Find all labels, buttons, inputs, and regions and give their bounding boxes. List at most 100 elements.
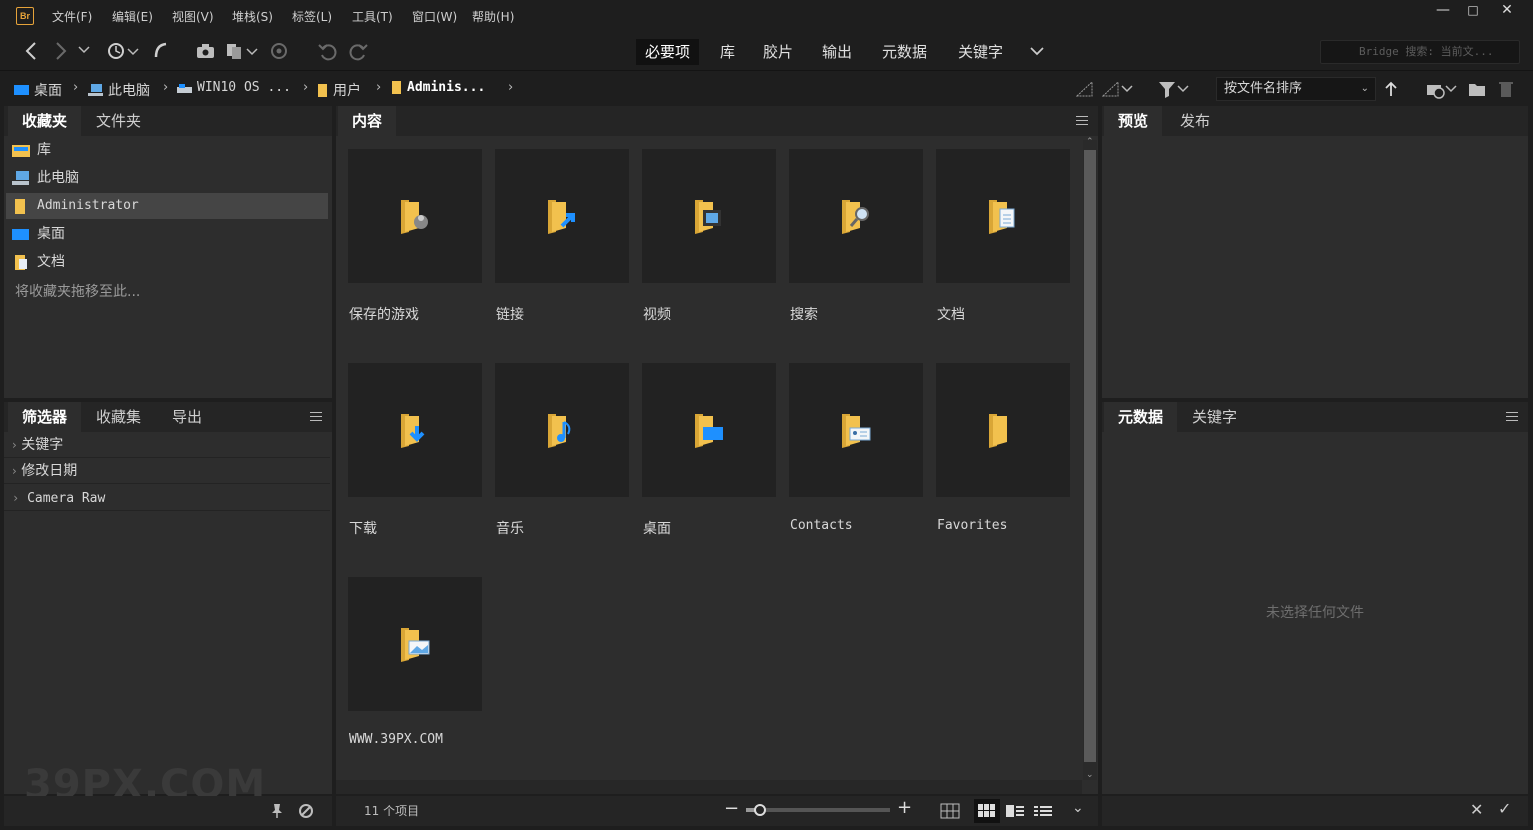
filter-item-keywords[interactable]: › 关键字: [4, 432, 330, 458]
content-item-thumbnail[interactable]: [495, 149, 629, 283]
breadcrumb-desktop[interactable]: 桌面: [14, 80, 62, 100]
content-item-thumbnail[interactable]: [936, 363, 1070, 497]
boomerang-icon[interactable]: [152, 41, 170, 61]
content-item-thumbnail[interactable]: [789, 149, 923, 283]
view-options-chevron-icon[interactable]: ⌄: [1072, 800, 1084, 816]
tab-metadata[interactable]: 元数据: [1104, 402, 1178, 432]
menu-edit[interactable]: 编辑(E): [112, 8, 153, 25]
workspace-metadata[interactable]: 元数据: [873, 39, 936, 65]
content-item-thumbnail[interactable]: [642, 363, 776, 497]
content-item-label[interactable]: 链接: [496, 304, 524, 324]
grid-lock-icon[interactable]: [940, 803, 960, 819]
panel-menu-icon[interactable]: [1076, 116, 1088, 128]
zoom-in-icon[interactable]: +: [897, 797, 912, 818]
cancel-icon[interactable]: ✕: [1470, 800, 1483, 819]
chevron-down-icon[interactable]: [78, 46, 90, 54]
workspace-essentials[interactable]: 必要项: [636, 39, 700, 65]
tab-folders[interactable]: 文件夹: [82, 106, 155, 136]
favorite-item-administrator[interactable]: Administrator: [6, 193, 328, 219]
content-item-label[interactable]: WWW.39PX.COM: [349, 732, 443, 747]
panel-menu-icon[interactable]: [1506, 412, 1518, 424]
minimize-icon[interactable]: —: [1426, 0, 1460, 20]
favorite-item-library[interactable]: 库: [6, 137, 328, 163]
recent-history-icon[interactable]: [106, 41, 140, 61]
breadcrumb-administrator[interactable]: Adminis...: [392, 80, 485, 95]
content-item-label[interactable]: 音乐: [496, 518, 524, 538]
menu-label[interactable]: 标签(L): [292, 8, 332, 25]
content-item-label[interactable]: Contacts: [790, 518, 853, 533]
workspace-library[interactable]: 库: [711, 39, 744, 65]
content-item-thumbnail[interactable]: [642, 149, 776, 283]
close-icon[interactable]: ✕: [1490, 0, 1524, 20]
tab-keywords[interactable]: 关键字: [1178, 402, 1251, 432]
favorite-item-documents[interactable]: 文档: [6, 249, 328, 275]
content-scrollbar[interactable]: ⌃ ⌄: [1083, 137, 1097, 780]
rotate-right-icon[interactable]: [348, 41, 368, 61]
content-item-label[interactable]: 桌面: [643, 518, 671, 538]
menu-file[interactable]: 文件(F): [52, 8, 92, 25]
content-item-thumbnail[interactable]: [348, 149, 482, 283]
quality-icon[interactable]: [1076, 81, 1094, 97]
apply-icon[interactable]: ✓: [1498, 799, 1511, 818]
delete-icon[interactable]: [1498, 80, 1514, 98]
content-item-thumbnail[interactable]: [936, 149, 1070, 283]
workspace-more-icon[interactable]: [1030, 47, 1044, 56]
list-view-icon[interactable]: [1034, 805, 1052, 817]
filter-icon[interactable]: [1158, 81, 1192, 99]
filter-item-camera-raw[interactable]: › Camera Raw: [4, 485, 330, 511]
breadcrumb-users[interactable]: 用户: [318, 80, 361, 100]
content-item-thumbnail[interactable]: [789, 363, 923, 497]
refine-icon[interactable]: [226, 41, 260, 61]
tab-collections[interactable]: 收藏集: [82, 402, 155, 432]
breadcrumb-more-icon[interactable]: ›: [508, 80, 513, 95]
zoom-slider[interactable]: [746, 804, 890, 816]
rotate-left-icon[interactable]: [318, 41, 338, 61]
tab-favorites[interactable]: 收藏夹: [8, 106, 82, 136]
menu-tools[interactable]: 工具(T): [352, 8, 393, 25]
zoom-out-icon[interactable]: −: [724, 798, 739, 819]
forward-icon[interactable]: [54, 41, 68, 61]
favorite-item-desktop[interactable]: 桌面: [6, 221, 328, 247]
tab-preview[interactable]: 预览: [1104, 106, 1163, 136]
open-in-camera-raw-icon[interactable]: [270, 41, 288, 61]
workspace-keywords[interactable]: 关键字: [949, 39, 1012, 65]
maximize-icon[interactable]: □: [1456, 0, 1490, 20]
view-thumbnails-button[interactable]: [974, 799, 1000, 823]
scrollbar-thumb[interactable]: [1084, 150, 1096, 762]
content-item-label[interactable]: 视频: [643, 304, 671, 324]
camera-import-icon[interactable]: [196, 41, 216, 61]
content-item-label[interactable]: 搜索: [790, 304, 818, 324]
zoom-slider-handle[interactable]: [754, 804, 767, 816]
open-recent-folder-icon[interactable]: [1426, 81, 1460, 99]
content-hscroll[interactable]: [336, 780, 1082, 794]
tab-content[interactable]: 内容: [338, 106, 397, 136]
clear-filter-icon[interactable]: [298, 803, 314, 819]
tab-export[interactable]: 导出: [158, 402, 216, 432]
tab-filter[interactable]: 筛选器: [8, 402, 82, 432]
tab-publish[interactable]: 发布: [1166, 106, 1224, 136]
content-item-label[interactable]: 下载: [349, 518, 377, 538]
sort-dropdown[interactable]: 按文件名排序 ⌄: [1216, 77, 1376, 101]
content-item-thumbnail[interactable]: [495, 363, 629, 497]
content-item-label[interactable]: 保存的游戏: [349, 304, 419, 324]
sort-ascending-icon[interactable]: [1384, 81, 1398, 97]
sort-options-icon[interactable]: [1102, 81, 1136, 97]
details-view-icon[interactable]: [1006, 805, 1024, 817]
workspace-output[interactable]: 输出: [813, 39, 861, 65]
content-item-thumbnail[interactable]: [348, 577, 482, 711]
new-folder-icon[interactable]: [1468, 81, 1486, 97]
panel-menu-icon[interactable]: [310, 412, 322, 424]
scroll-up-icon[interactable]: ⌃: [1086, 137, 1094, 147]
menu-help[interactable]: 帮助(H): [472, 8, 514, 25]
content-item-thumbnail[interactable]: [348, 363, 482, 497]
back-icon[interactable]: [24, 41, 38, 61]
content-item-label[interactable]: Favorites: [937, 518, 1007, 533]
workspace-filmstrip[interactable]: 胶片: [754, 39, 802, 65]
scroll-down-icon[interactable]: ⌄: [1086, 770, 1094, 780]
content-item-label[interactable]: 文档: [937, 304, 965, 324]
menu-view[interactable]: 视图(V): [172, 8, 214, 25]
filter-item-date-modified[interactable]: › 修改日期: [4, 458, 330, 484]
menu-window[interactable]: 窗口(W): [412, 8, 457, 25]
favorite-item-this-pc[interactable]: 此电脑: [6, 165, 328, 191]
pin-icon[interactable]: [270, 803, 284, 819]
